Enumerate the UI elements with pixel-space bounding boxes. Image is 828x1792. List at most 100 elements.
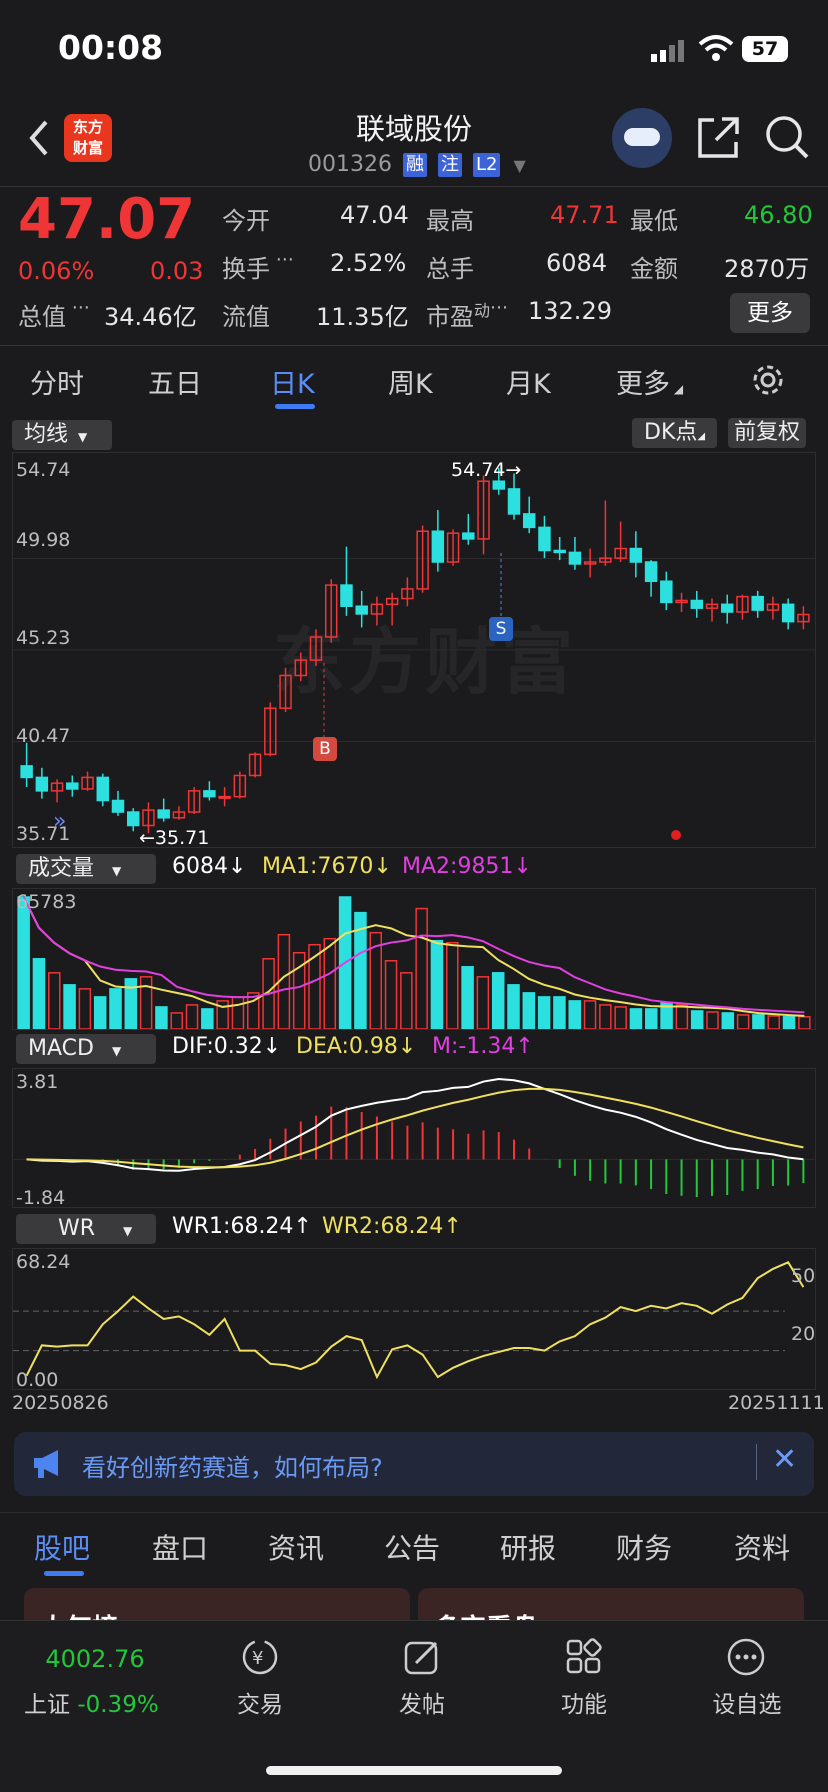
volume-bar [583, 1000, 597, 1029]
price-adjust-toggle[interactable]: 前复权 [728, 418, 807, 448]
high-value: 47.71 [550, 201, 619, 229]
tag-registered: 注 [437, 153, 462, 177]
function-label[interactable]: 功能 [544, 1685, 624, 1719]
stock-code: 001326 [308, 152, 392, 177]
notice-text: 看好创新药赛道，如何布局? [82, 1454, 383, 1482]
tab-daily-k[interactable]: 日K [270, 362, 315, 401]
volume-bar [476, 976, 490, 1029]
turnover-label[interactable]: 换手 ⋯ [222, 249, 294, 284]
trade-label[interactable]: 交易 [220, 1685, 300, 1719]
period-tabs: 分时 五日 日K 周K 月K 更多 ◢ [0, 348, 828, 412]
volume-label: 总手 [426, 255, 474, 283]
battery-icon: 57 [742, 36, 788, 62]
tab-financials[interactable]: 财务 [616, 1527, 672, 1567]
ma-selector[interactable]: 均线 ▼ [12, 420, 112, 450]
apps-grid-icon[interactable] [564, 1637, 604, 1681]
tab-news[interactable]: 资讯 [268, 1527, 324, 1567]
volume-bar [522, 992, 536, 1029]
x-start-date: 20250826 [12, 1392, 109, 1414]
close-icon[interactable]: ✕ [772, 1442, 797, 1477]
post-label[interactable]: 发帖 [382, 1685, 462, 1719]
mktcap-value: 34.46亿 [104, 303, 197, 331]
ai-assistant-avatar[interactable] [612, 108, 672, 168]
candle-body [644, 561, 658, 582]
search-icon[interactable] [764, 114, 810, 164]
tab-weekly-k[interactable]: 周K [388, 362, 433, 401]
index-value[interactable]: 4002.76 [40, 1645, 150, 1673]
caret-down-icon: ▼ [513, 156, 526, 175]
volume-chart[interactable]: 65783 [12, 888, 816, 1030]
volume-bar [461, 966, 474, 1029]
candle-body [218, 795, 231, 799]
content-tabs: 股吧 盘口 资讯 公告 研报 财务 资料 [0, 1512, 828, 1582]
volume-top-label: 65783 [16, 891, 77, 913]
wifi-icon [698, 34, 734, 66]
notice-banner[interactable]: 看好创新药赛道，如何布局? ✕ [14, 1432, 814, 1496]
volume-bar [323, 937, 337, 1029]
tab-announcements[interactable]: 公告 [384, 1527, 440, 1567]
mktcap-label[interactable]: 总值 ⋯ [18, 297, 90, 332]
tab-orderbook[interactable]: 盘口 [152, 1527, 208, 1567]
macd-bottom-label: -1.84 [16, 1187, 66, 1209]
candle-body [568, 551, 582, 565]
volume-value: 6084 [546, 249, 608, 277]
candle-body [96, 776, 110, 802]
double-arrow-icon[interactable]: » [53, 809, 66, 834]
dk-point-toggle[interactable]: DK点◢ [632, 418, 718, 448]
volume-bar [629, 1008, 643, 1029]
wr-line [25, 1261, 805, 1380]
bull-bear-card[interactable]: 多空看盘 [418, 1588, 804, 1622]
volume-selector[interactable]: 成交量 ▼ [16, 854, 156, 884]
volume-bar [231, 996, 245, 1029]
candle-body [781, 603, 795, 623]
candle-body [203, 790, 216, 798]
post-edit-icon[interactable] [402, 1637, 442, 1681]
stock-code-row[interactable]: 001326 融 注 L2 ▼ [308, 152, 526, 177]
tag-margin: 融 [402, 153, 427, 177]
share-icon[interactable] [696, 114, 740, 164]
amount-label: 金额 [630, 255, 678, 283]
high-label: 最高 [426, 207, 474, 235]
volume-ma2-legend: MA2:9851↓ [402, 854, 532, 879]
tab-profile[interactable]: 资料 [734, 1527, 790, 1567]
pe-label[interactable]: 市盈动⋯ [426, 297, 508, 332]
low-value: 46.80 [744, 201, 813, 229]
tab-research[interactable]: 研报 [500, 1527, 556, 1567]
macd-chart[interactable]: 3.81 -1.84 [12, 1068, 816, 1209]
tab-more[interactable]: 更多 ◢ [616, 362, 683, 401]
volume-bar [139, 976, 153, 1029]
volume-bar [752, 1014, 765, 1029]
volume-bar [63, 984, 76, 1029]
settings-gear-icon[interactable] [750, 362, 786, 402]
tab-intraday[interactable]: 分时 [30, 362, 84, 401]
candle-body [538, 526, 551, 552]
kline-chart[interactable]: 东方财富 54.74 49.98 45.23 40.47 35.71 54.74… [12, 452, 816, 849]
candle-body [690, 599, 704, 609]
tab-forum[interactable]: 股吧 [34, 1527, 90, 1567]
tab-monthly-k[interactable]: 月K [506, 362, 551, 401]
float-value: 11.35亿 [316, 303, 409, 331]
candle-body [431, 530, 445, 563]
wr-chart[interactable]: 68.24 0.00 50 20 [12, 1248, 816, 1391]
macd-m-legend: M:-1.34↑ [432, 1034, 534, 1059]
change-amount: 0.03 [150, 257, 204, 285]
volume-bar [185, 1004, 199, 1029]
volume-bar [17, 896, 30, 1029]
wr-plot [13, 1261, 805, 1380]
add-watchlist-label[interactable]: 设自选 [700, 1685, 794, 1719]
wr-selector[interactable]: WR ▼ [16, 1214, 156, 1244]
more-quote-button[interactable]: 更多 [730, 293, 810, 333]
more-dots-icon[interactable] [726, 1637, 766, 1681]
sell-marker[interactable]: S [489, 617, 513, 641]
candle-body [720, 603, 734, 613]
tab-five-day[interactable]: 五日 [148, 362, 202, 401]
last-price: 47.07 [18, 187, 196, 252]
index-name-change[interactable]: 上证 -0.39% [24, 1685, 184, 1719]
trade-icon[interactable]: ¥ [238, 1637, 282, 1681]
status-time: 00:08 [58, 28, 164, 67]
macd-selector[interactable]: MACD ▼ [16, 1034, 156, 1064]
change-pct: 0.06% [18, 257, 95, 285]
max-price-label: 54.74→ [451, 459, 522, 481]
buy-marker[interactable]: B [313, 737, 337, 761]
popularity-card[interactable]: 人气榜 [24, 1588, 410, 1622]
